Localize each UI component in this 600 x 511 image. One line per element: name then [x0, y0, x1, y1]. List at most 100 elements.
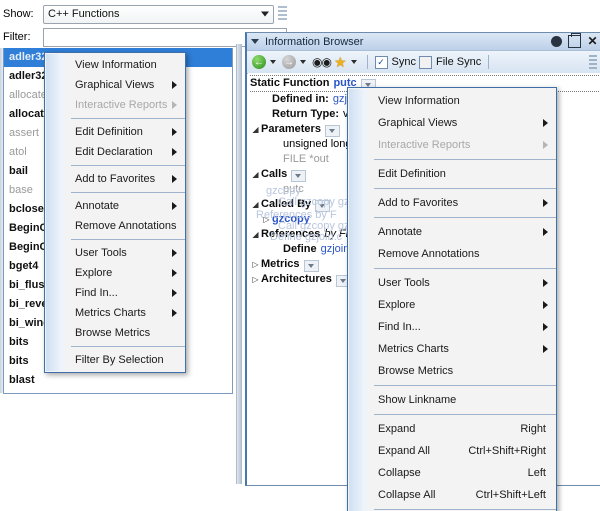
binoculars-icon[interactable]: ◉◉ [312, 55, 332, 69]
menu-item[interactable]: Show Linkname [348, 389, 556, 411]
collapsed-twisty-icon[interactable]: ▷ [250, 272, 261, 287]
tree-group-dropdown-icon[interactable] [315, 199, 331, 212]
back-arrow-icon[interactable]: ← [252, 55, 266, 69]
menu-item-label: Browse Metrics [75, 327, 151, 339]
expanded-twisty-icon[interactable]: ◢ [250, 167, 261, 182]
menu-item[interactable]: Collapse All Ctrl+Shift+Left [348, 484, 556, 506]
menu-item[interactable]: Find In... [45, 283, 185, 303]
menu-item-label: View Information [75, 59, 157, 71]
menu-item[interactable]: Expand All Ctrl+Shift+Right [348, 440, 556, 462]
menu-item[interactable]: User Tools [348, 272, 556, 294]
menu-item[interactable]: Graphical Views [348, 112, 556, 134]
menu-item[interactable]: Remove Annotations [45, 216, 185, 236]
menu-item-label: Edit Declaration [75, 146, 153, 158]
menu-item-label: Explore [75, 267, 113, 279]
menu-item-label: Collapse All [378, 489, 436, 501]
menu-item[interactable]: Edit Definition [45, 122, 185, 142]
menu-separator [71, 118, 185, 119]
information-browser-toolbar: ← → ◉◉ ★ ✓ Sync ✓ File Sync [247, 51, 600, 74]
menu-item[interactable]: Filter By Selection [45, 350, 185, 370]
menu-item-shortcut: Ctrl+Shift+Left [475, 489, 546, 501]
list-item[interactable]: blen [4, 390, 232, 393]
menu-item[interactable]: Annotate [348, 221, 556, 243]
file-sync-checkbox-box: ✓ [418, 55, 432, 69]
submenu-arrow-icon [543, 279, 548, 287]
menu-item-label: Remove Annotations [378, 248, 480, 260]
menu-item[interactable]: Metrics Charts [45, 303, 185, 323]
filter-label: Filter: [3, 31, 31, 43]
toolbar-grip-icon[interactable] [589, 55, 597, 69]
favorites-chevron-icon[interactable] [350, 60, 357, 64]
menu-item-label: Expand [378, 423, 416, 435]
menu-item[interactable]: Edit Definition [348, 163, 556, 185]
menu-item[interactable]: Find In... [348, 316, 556, 338]
restore-icon[interactable] [568, 33, 581, 48]
tree-group-dropdown-icon[interactable] [291, 169, 307, 182]
menu-separator [374, 414, 556, 415]
menu-item[interactable]: Expand Right [348, 418, 556, 440]
menu-item[interactable]: View Information [45, 55, 185, 75]
tree-row-label: Parameters [261, 123, 321, 135]
submenu-arrow-icon [172, 289, 177, 297]
menu-separator [374, 509, 556, 510]
context-menu-function-list[interactable]: View Information Graphical Views Interacti… [44, 52, 186, 373]
menu-item[interactable]: Collapse Left [348, 462, 556, 484]
pin-icon[interactable] [551, 36, 562, 47]
forward-arrow-icon[interactable]: → [282, 55, 296, 69]
tree-row-label: Metrics [261, 258, 300, 270]
menu-item[interactable]: Remove Annotations [348, 243, 556, 265]
menu-item-label: Metrics Charts [75, 307, 146, 319]
menu-item-label: Edit Definition [75, 126, 143, 138]
submenu-arrow-icon [543, 141, 548, 149]
menu-item-label: Annotate [378, 226, 423, 238]
star-icon[interactable]: ★ [334, 54, 347, 71]
menu-item[interactable]: Explore [45, 263, 185, 283]
tree-row-label: Define [283, 243, 317, 255]
tree-group-dropdown-icon[interactable] [324, 124, 340, 137]
chevron-down-icon [261, 11, 269, 17]
menu-item-label: Expand All [378, 445, 430, 457]
menu-item[interactable]: Add to Favorites [348, 192, 556, 214]
toolbar-separator-2 [488, 55, 490, 69]
list-item[interactable]: blast [4, 371, 232, 390]
expanded-twisty-icon[interactable]: ◢ [250, 197, 261, 212]
menu-item-label: Add to Favorites [75, 173, 156, 185]
menu-item[interactable]: Add to Favorites [45, 169, 185, 189]
submenu-arrow-icon [172, 148, 177, 156]
toolbar-grip-handle[interactable] [278, 6, 287, 22]
menu-item-label: Metrics Charts [378, 343, 449, 355]
menu-item[interactable]: Browse Metrics [45, 323, 185, 343]
tree-row-label: References [261, 228, 321, 240]
submenu-arrow-icon [172, 128, 177, 136]
show-row: Show: C++ Functions [3, 4, 287, 24]
menu-item[interactable]: Metrics Charts [348, 338, 556, 360]
tree-row-label: Return Type: [272, 108, 340, 120]
menu-item[interactable]: View Information [348, 90, 556, 112]
show-dropdown[interactable]: C++ Functions [43, 4, 274, 24]
menu-separator [374, 217, 556, 218]
back-history-chevron-icon[interactable] [270, 60, 276, 64]
sync-checkbox[interactable]: ✓ Sync [374, 55, 416, 69]
expanded-twisty-icon[interactable]: ◢ [250, 122, 261, 137]
panel-menu-icon[interactable] [251, 39, 259, 44]
menu-item[interactable]: Browse Metrics [348, 360, 556, 382]
menu-item[interactable]: Explore [348, 294, 556, 316]
menu-item-shortcut: Right [520, 423, 546, 435]
menu-item: Interactive Reports [348, 134, 556, 156]
menu-item[interactable]: Edit Declaration [45, 142, 185, 162]
close-icon[interactable]: ✕ [587, 35, 598, 47]
file-sync-checkbox[interactable]: ✓ File Sync [418, 55, 481, 69]
tree-row-label: Called By [261, 198, 312, 210]
menu-item-shortcut: Left [527, 467, 546, 479]
submenu-arrow-icon [543, 345, 548, 353]
forward-history-chevron-icon[interactable] [300, 60, 306, 64]
menu-item[interactable]: User Tools [45, 243, 185, 263]
panel-divider[interactable] [236, 44, 242, 484]
expanded-twisty-icon[interactable]: ◢ [250, 227, 261, 242]
collapsed-twisty-icon[interactable]: ▷ [250, 257, 261, 272]
tree-group-dropdown-icon[interactable] [303, 259, 319, 272]
menu-item[interactable]: Graphical Views [45, 75, 185, 95]
context-menu-information-browser[interactable]: View Information Graphical Views Interacti… [347, 87, 557, 511]
collapsed-twisty-icon[interactable]: ▷ [261, 212, 272, 227]
menu-item[interactable]: Annotate [45, 196, 185, 216]
